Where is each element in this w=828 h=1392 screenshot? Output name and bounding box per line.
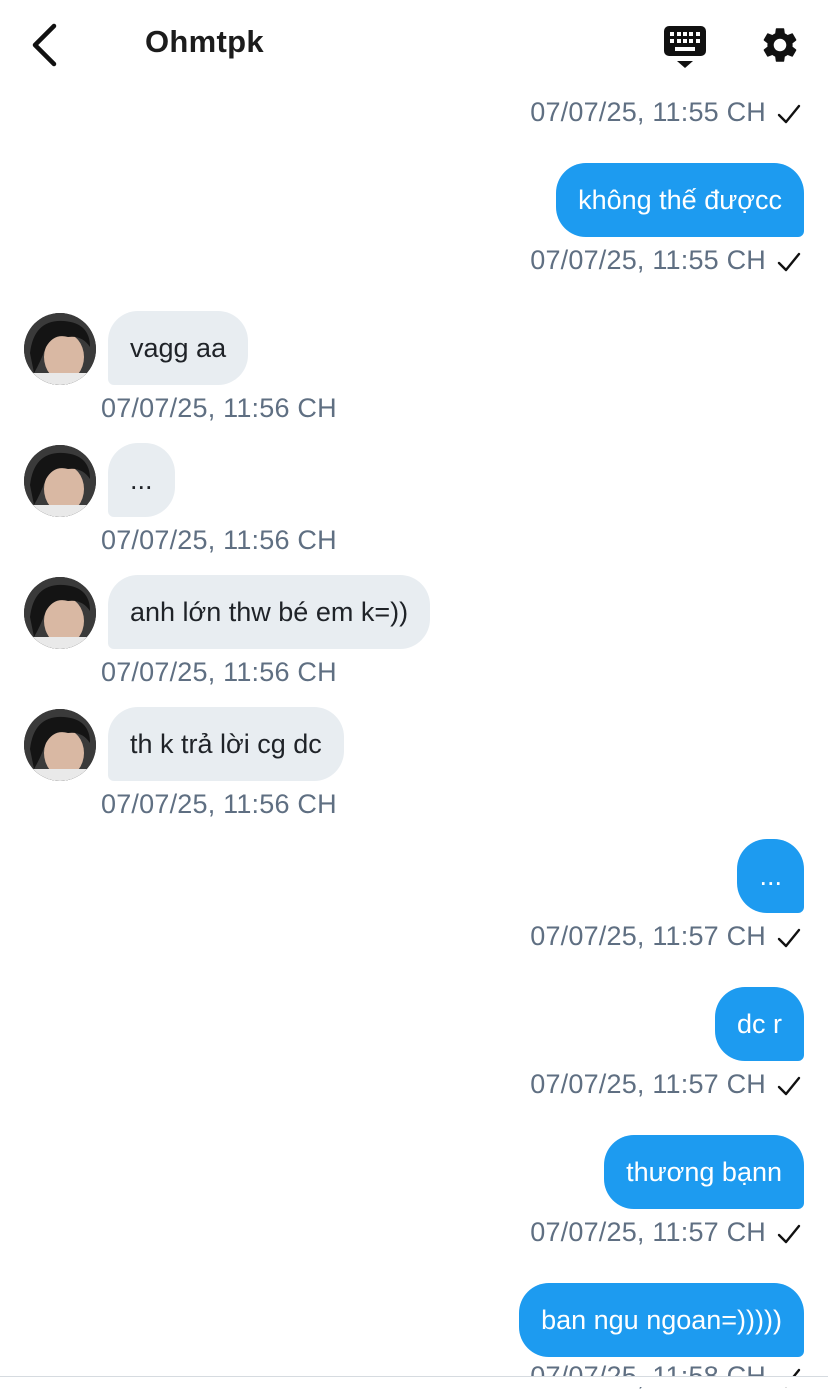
message-timestamp: 07/07/25, 11:55 CH bbox=[530, 97, 766, 127]
message-bubble-outgoing[interactable]: thương bạnn bbox=[604, 1135, 804, 1209]
chat-header: Ohmtpk bbox=[0, 0, 828, 90]
message-text: vagg aa bbox=[130, 332, 227, 363]
message-bubble-outgoing[interactable]: ... bbox=[737, 839, 804, 913]
message-timestamp: 07/07/25, 11:56 CH bbox=[101, 657, 337, 687]
message-timestamp: 07/07/25, 11:57 CH bbox=[530, 1069, 766, 1099]
message-timestamp: 07/07/25, 11:56 CH bbox=[101, 393, 337, 423]
message-text: thương bạnn bbox=[626, 1156, 782, 1187]
gear-icon bbox=[763, 28, 797, 62]
chat-title[interactable]: Ohmtpk bbox=[145, 24, 264, 60]
checkmark-icon bbox=[777, 1224, 801, 1244]
message-text: dc r bbox=[736, 1008, 782, 1039]
message-timestamp: 07/07/25, 11:57 CH bbox=[530, 921, 766, 951]
message-bubble-incoming[interactable]: ... bbox=[108, 443, 175, 517]
avatar[interactable] bbox=[24, 313, 96, 385]
checkmark-icon bbox=[777, 1076, 801, 1096]
message-text: anh lớn thw bé em k=)) bbox=[130, 596, 409, 627]
avatar[interactable] bbox=[24, 709, 96, 781]
back-button[interactable] bbox=[26, 22, 66, 68]
message-timestamp: 07/07/25, 11:56 CH bbox=[101, 789, 337, 819]
message-timestamp: 07/07/25, 11:57 CH bbox=[530, 1217, 766, 1247]
message-bubble-outgoing[interactable]: không thế đượcc bbox=[556, 163, 804, 237]
message-bubble-outgoing[interactable]: ban ngu ngoan=))))) bbox=[519, 1283, 804, 1357]
chevron-left-icon bbox=[32, 23, 57, 67]
bottom-divider bbox=[0, 1376, 828, 1387]
settings-button[interactable] bbox=[759, 24, 801, 66]
message-bubble-incoming[interactable]: th k trả lời cg dc bbox=[108, 707, 344, 781]
message-text: th k trả lời cg dc bbox=[130, 728, 322, 759]
keyboard-button[interactable] bbox=[662, 24, 708, 70]
message-text: ... bbox=[759, 860, 782, 891]
message-timestamp: 07/07/25, 11:56 CH bbox=[101, 525, 337, 555]
avatar[interactable] bbox=[24, 445, 96, 517]
message-text: ... bbox=[130, 464, 153, 495]
avatar[interactable] bbox=[24, 577, 96, 649]
message-timestamp: 07/07/25, 11:55 CH bbox=[530, 245, 766, 275]
message-bubble-incoming[interactable]: vagg aa bbox=[108, 311, 249, 385]
message-bubble-incoming[interactable]: anh lớn thw bé em k=)) bbox=[108, 575, 431, 649]
message-bubble-outgoing[interactable]: dc r bbox=[714, 987, 804, 1061]
checkmark-icon bbox=[777, 104, 801, 124]
checkmark-icon bbox=[777, 928, 801, 948]
message-text: ban ngu ngoan=))))) bbox=[541, 1304, 782, 1335]
checkmark-icon bbox=[777, 252, 801, 272]
keyboard-icon bbox=[664, 26, 706, 68]
message-text: không thế đượcc bbox=[578, 184, 782, 215]
